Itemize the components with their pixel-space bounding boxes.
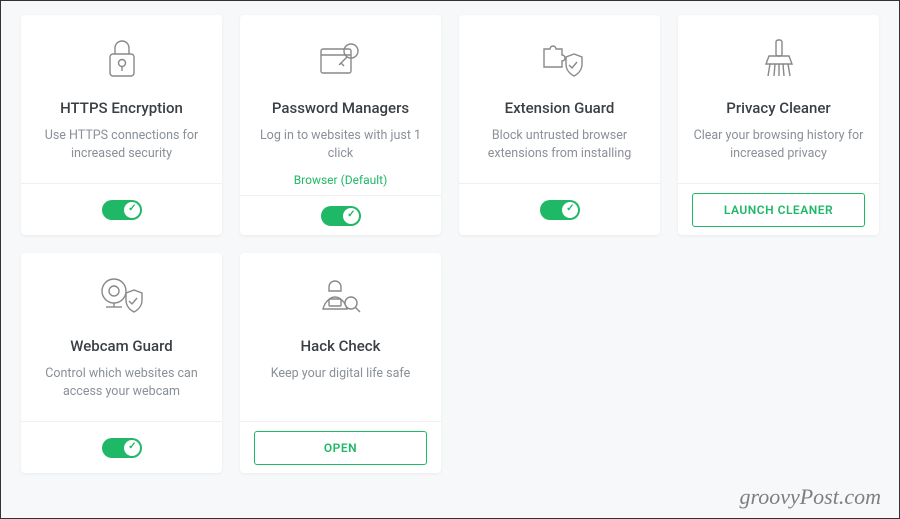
toggle-https-encryption[interactable]	[102, 200, 142, 220]
key-browser-icon	[317, 33, 365, 85]
card-body: Extension Guard Block untrusted browser …	[459, 15, 660, 183]
card-title: Privacy Cleaner	[726, 99, 830, 117]
lock-icon	[102, 33, 142, 85]
feature-grid: HTTPS Encryption Use HTTPS connections f…	[1, 1, 899, 487]
card-footer	[240, 195, 441, 235]
card-password-managers: Password Managers Log in to websites wit…	[240, 15, 441, 235]
card-desc: Block untrusted browser extensions from …	[473, 127, 646, 163]
card-webcam-guard: Webcam Guard Control which websites can …	[21, 253, 222, 473]
card-footer	[459, 183, 660, 235]
open-button[interactable]: OPEN	[254, 431, 427, 465]
card-title: Password Managers	[272, 99, 409, 117]
card-body: Password Managers Log in to websites wit…	[240, 15, 441, 195]
watermark: groovyPost.com	[739, 484, 881, 510]
card-body: Privacy Cleaner Clear your browsing hist…	[678, 15, 879, 183]
toggle-webcam-guard[interactable]	[102, 438, 142, 458]
card-title: Webcam Guard	[70, 337, 172, 355]
card-privacy-cleaner: Privacy Cleaner Clear your browsing hist…	[678, 15, 879, 235]
toggle-password-managers[interactable]	[321, 206, 361, 226]
card-hack-check: Hack Check Keep your digital life safe O…	[240, 253, 441, 473]
toggle-extension-guard[interactable]	[540, 200, 580, 220]
card-subtext: Browser (Default)	[294, 173, 388, 187]
card-desc: Control which websites can access your w…	[35, 365, 208, 401]
card-desc: Clear your browsing history for increase…	[692, 127, 865, 163]
card-footer: OPEN	[240, 421, 441, 473]
hacker-icon	[317, 271, 365, 323]
card-title: Hack Check	[301, 337, 381, 355]
puzzle-shield-icon	[536, 33, 584, 85]
card-title: Extension Guard	[505, 99, 615, 117]
card-body: Webcam Guard Control which websites can …	[21, 253, 222, 421]
launch-cleaner-button[interactable]: LAUNCH CLEANER	[692, 193, 865, 227]
card-footer	[21, 183, 222, 235]
card-body: Hack Check Keep your digital life safe	[240, 253, 441, 421]
card-title: HTTPS Encryption	[60, 99, 183, 117]
card-footer: LAUNCH CLEANER	[678, 183, 879, 235]
webcam-shield-icon	[98, 271, 146, 323]
card-extension-guard: Extension Guard Block untrusted browser …	[459, 15, 660, 235]
card-desc: Keep your digital life safe	[271, 365, 411, 383]
brush-icon	[759, 33, 799, 85]
card-desc: Log in to websites with just 1 click	[254, 127, 427, 163]
card-https-encryption: HTTPS Encryption Use HTTPS connections f…	[21, 15, 222, 235]
card-footer	[21, 421, 222, 473]
card-desc: Use HTTPS connections for increased secu…	[35, 127, 208, 163]
card-body: HTTPS Encryption Use HTTPS connections f…	[21, 15, 222, 183]
